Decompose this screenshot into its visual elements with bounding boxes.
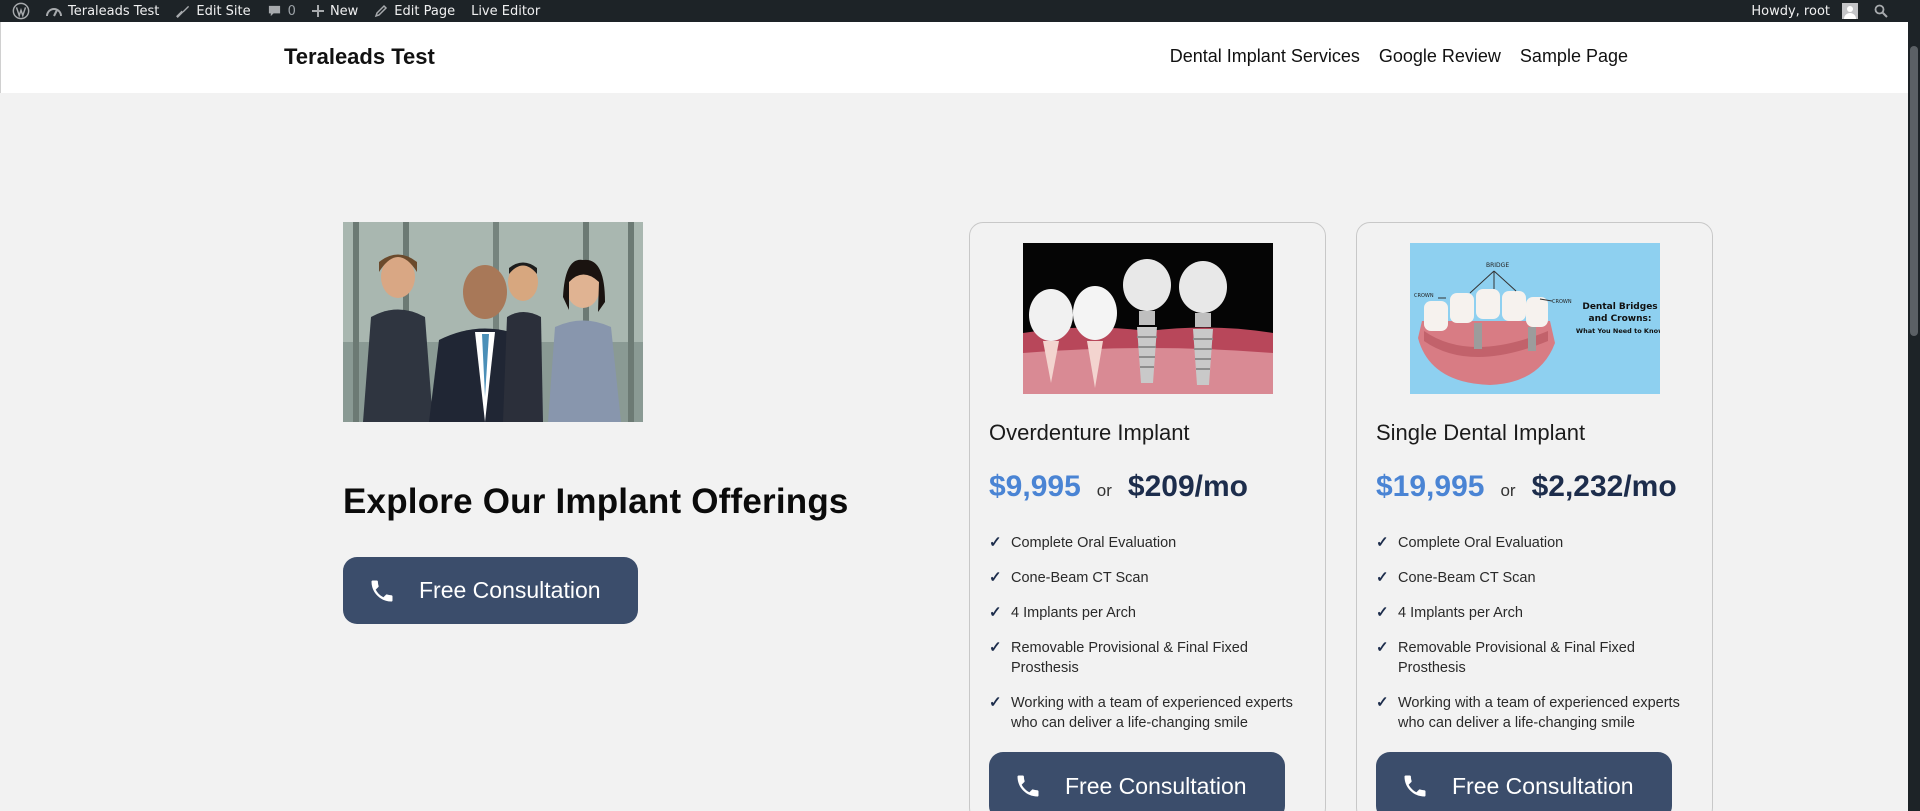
image-label-bridge: BRIDGE [1486,262,1509,269]
dashboard-icon [46,8,62,17]
check-icon: ✓ [989,534,1002,551]
live-editor-link[interactable]: Live Editor [463,0,548,22]
hero-free-consultation-button[interactable]: Free Consultation [343,557,638,624]
feature-text: Working with a team of experienced exper… [1398,695,1680,731]
feature-text: Cone-Beam CT Scan [1398,570,1536,586]
comments-link[interactable]: 0 [259,0,304,22]
site-title[interactable]: Teraleads Test [284,44,435,70]
edit-site-link[interactable]: Edit Site [167,0,258,22]
wordpress-logo-icon[interactable] [4,0,38,22]
admin-site-name[interactable]: Teraleads Test [38,0,167,22]
price-monthly: $2,232/mo [1531,470,1677,503]
edit-page-label: Edit Page [394,3,456,19]
feature-list: ✓ Complete Oral Evaluation ✓ Cone-Beam CT … [1376,533,1701,748]
card-title: Overdenture Implant [989,420,1190,445]
card-cta-label: Free Consultation [1065,772,1247,799]
admin-search-button[interactable] [1866,0,1896,22]
list-item: ✓ 4 Implants per Arch [989,603,1314,623]
price-or: or [1096,481,1112,500]
avatar [1842,3,1858,19]
new-content-link[interactable]: New [304,0,366,22]
nav-item-google-review[interactable]: Google Review [1379,46,1501,67]
list-item: ✓ Cone-Beam CT Scan [989,568,1314,588]
team-photo [343,222,643,422]
card-title: Single Dental Implant [1376,420,1586,445]
pricing-card-single-implant: BRIDGE CROWN CROWN Dental Bridges and Cr… [1356,222,1713,811]
pricing-card-overdenture: Overdenture Implant $9,995 or $209/mo ✓ C… [969,222,1326,811]
feature-text: Removable Provisional & Final Fixed Pros… [1398,640,1635,676]
pencil-icon [375,4,388,18]
new-label: New [329,3,359,19]
check-icon: ✓ [1376,639,1389,656]
hero-cta-label: Free Consultation [419,577,601,603]
card-free-consultation-button[interactable]: Free Consultation [989,752,1285,811]
feature-text: Working with a team of experienced exper… [1011,695,1293,731]
check-icon: ✓ [1376,534,1389,551]
account-menu[interactable]: Howdy, root [1743,0,1866,22]
brush-icon [176,5,190,18]
phone-icon [367,576,397,606]
price-monthly: $209/mo [1127,470,1248,503]
list-item: ✓ 4 Implants per Arch [1376,603,1701,623]
check-icon: ✓ [1376,569,1389,586]
admin-bar: Teraleads Test Edit Site 0 New Edit Page… [0,0,1920,22]
admin-site-name-label: Teraleads Test [68,3,160,19]
card-cta-label: Free Consultation [1452,772,1634,799]
list-item: ✓ Complete Oral Evaluation [989,533,1314,553]
nav-item-sample-page[interactable]: Sample Page [1520,46,1628,67]
feature-text: Complete Oral Evaluation [1011,535,1177,551]
list-item: ✓ Complete Oral Evaluation [1376,533,1701,553]
image-label-crown-left: CROWN [1414,293,1434,299]
edit-page-link[interactable]: Edit Page [366,0,463,22]
check-icon: ✓ [989,694,1002,711]
comments-count: 0 [287,3,296,19]
image-headline-1: Dental Bridges [1582,302,1657,312]
feature-text: Removable Provisional & Final Fixed Pros… [1011,640,1248,676]
check-icon: ✓ [1376,694,1389,711]
edit-site-label: Edit Site [196,3,251,19]
price-row: $19,995 or $2,232/mo [1376,470,1677,504]
check-icon: ✓ [989,639,1002,656]
list-item: ✓ Working with a team of experienced expe… [1376,693,1701,733]
list-item: ✓ Removable Provisional & Final Fixed Pro… [989,638,1314,678]
price-or: or [1500,481,1516,500]
feature-text: Complete Oral Evaluation [1398,535,1564,551]
page-scrollbar[interactable] [1908,22,1920,811]
price-full: $19,995 [1376,470,1485,503]
check-icon: ✓ [1376,604,1389,621]
price-full: $9,995 [989,470,1081,503]
feature-text: 4 Implants per Arch [1398,605,1523,621]
image-headline-3: What You Need to Know [1576,327,1660,335]
site-header: Teraleads Test Dental Implant Services G… [0,22,1908,93]
scrollbar-thumb[interactable] [1910,46,1918,336]
check-icon: ✓ [989,604,1002,621]
image-headline-2: and Crowns: [1589,314,1652,324]
feature-text: 4 Implants per Arch [1011,605,1136,621]
price-row: $9,995 or $209/mo [989,470,1248,504]
howdy-label: Howdy, root [1751,3,1830,19]
feature-text: Cone-Beam CT Scan [1011,570,1149,586]
image-label-crown-right: CROWN [1552,299,1572,305]
nav-item-dental-implant-services[interactable]: Dental Implant Services [1170,46,1360,67]
bridges-crowns-image: BRIDGE CROWN CROWN Dental Bridges and Cr… [1410,243,1660,394]
hero-heading: Explore Our Implant Offerings [343,482,849,521]
search-icon [1874,4,1888,18]
phone-icon [1013,771,1043,801]
card-free-consultation-button[interactable]: Free Consultation [1376,752,1672,811]
implant-image [1023,243,1273,394]
phone-icon [1400,771,1430,801]
comment-icon [268,5,280,17]
plus-icon [311,5,324,17]
feature-list: ✓ Complete Oral Evaluation ✓ Cone-Beam CT … [989,533,1314,748]
live-editor-label: Live Editor [471,3,541,19]
main-navigation: Dental Implant Services Google Review Sa… [1170,46,1628,67]
list-item: ✓ Cone-Beam CT Scan [1376,568,1701,588]
list-item: ✓ Removable Provisional & Final Fixed Pro… [1376,638,1701,678]
check-icon: ✓ [989,569,1002,586]
list-item: ✓ Working with a team of experienced expe… [989,693,1314,733]
